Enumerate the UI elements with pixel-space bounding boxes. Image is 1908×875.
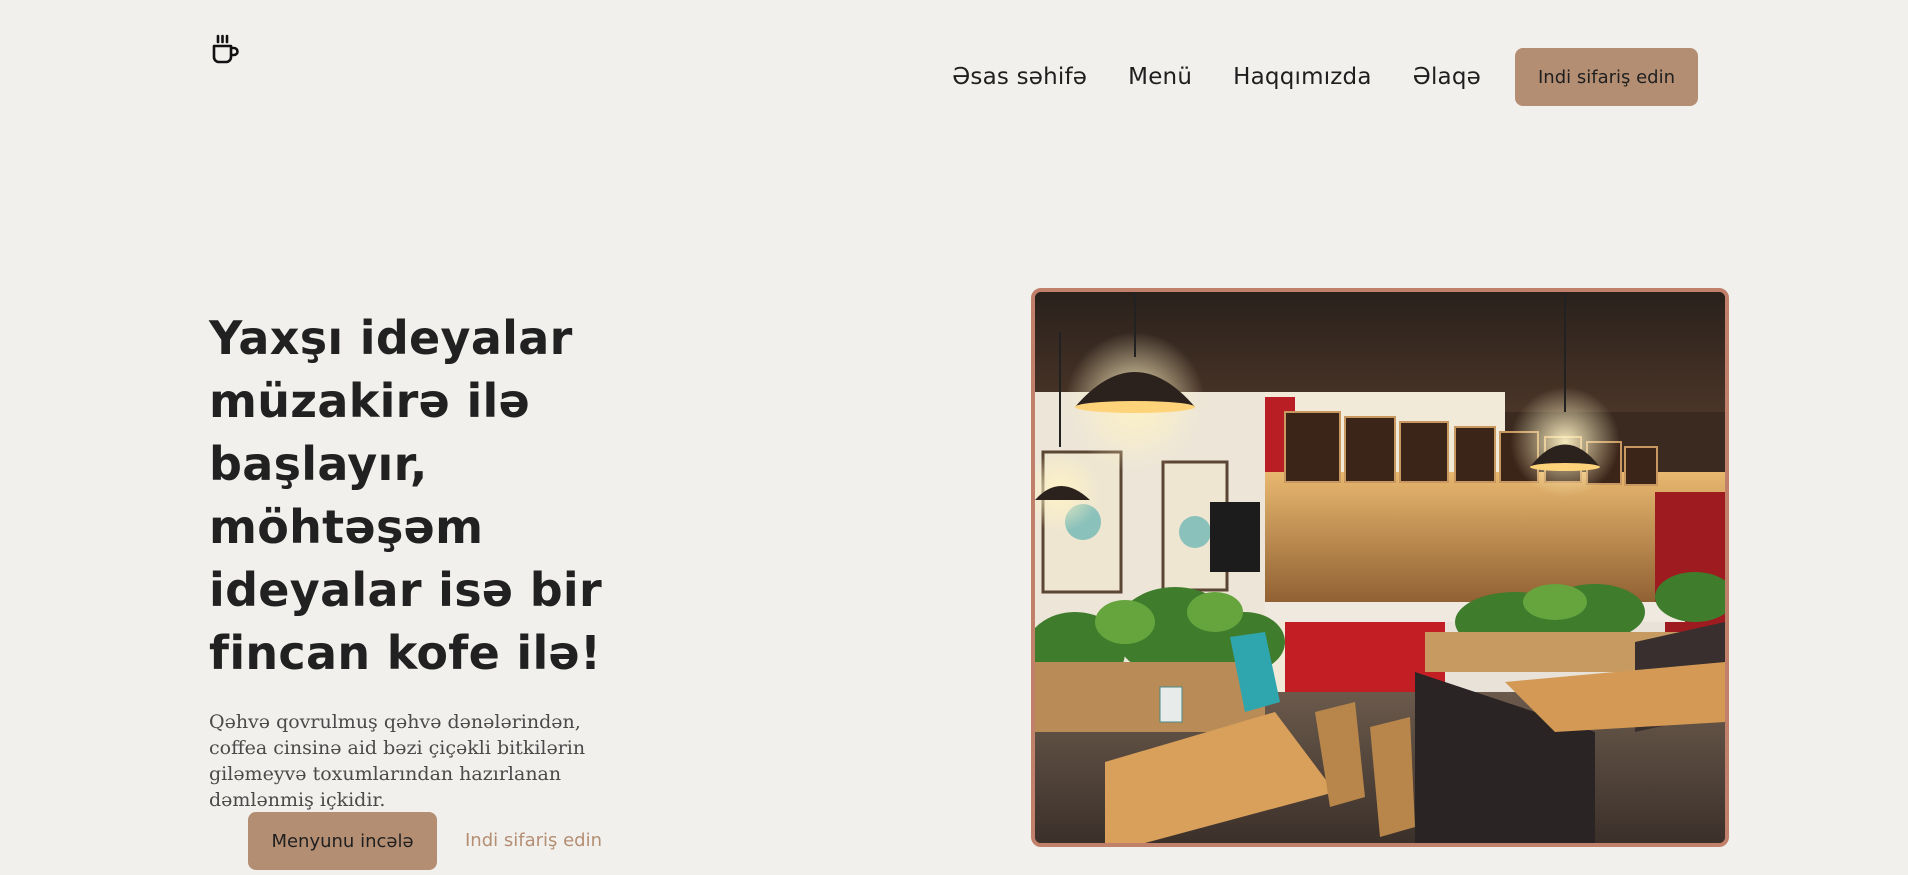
cafe-interior-image: [1031, 288, 1729, 847]
explore-menu-button[interactable]: Menyunu incələ: [248, 812, 437, 870]
coffee-cup-icon[interactable]: [209, 33, 241, 65]
main-nav: Əsas səhifə Menü Haqqımızda Əlaqə Indi s…: [911, 48, 1698, 106]
nav-link-home[interactable]: Əsas səhifə: [952, 49, 1087, 105]
order-now-button[interactable]: Indi sifariş edin: [1515, 48, 1698, 106]
nav-link-about[interactable]: Haqqımızda: [1233, 49, 1372, 105]
order-now-link[interactable]: Indi sifariş edin: [465, 812, 602, 870]
hero-description: Qəhvə qovrulmuş qəhvə dənələrindən, coff…: [209, 711, 586, 811]
hero-title: Yaxşı ideyalar müzakirə ilə başlayır, mö…: [209, 311, 602, 680]
nav-link-contact[interactable]: Əlaqə: [1413, 49, 1481, 105]
nav-link-menu[interactable]: Menü: [1128, 49, 1192, 105]
landing-page: Əsas səhifə Menü Haqqımızda Əlaqə Indi s…: [0, 0, 1908, 875]
